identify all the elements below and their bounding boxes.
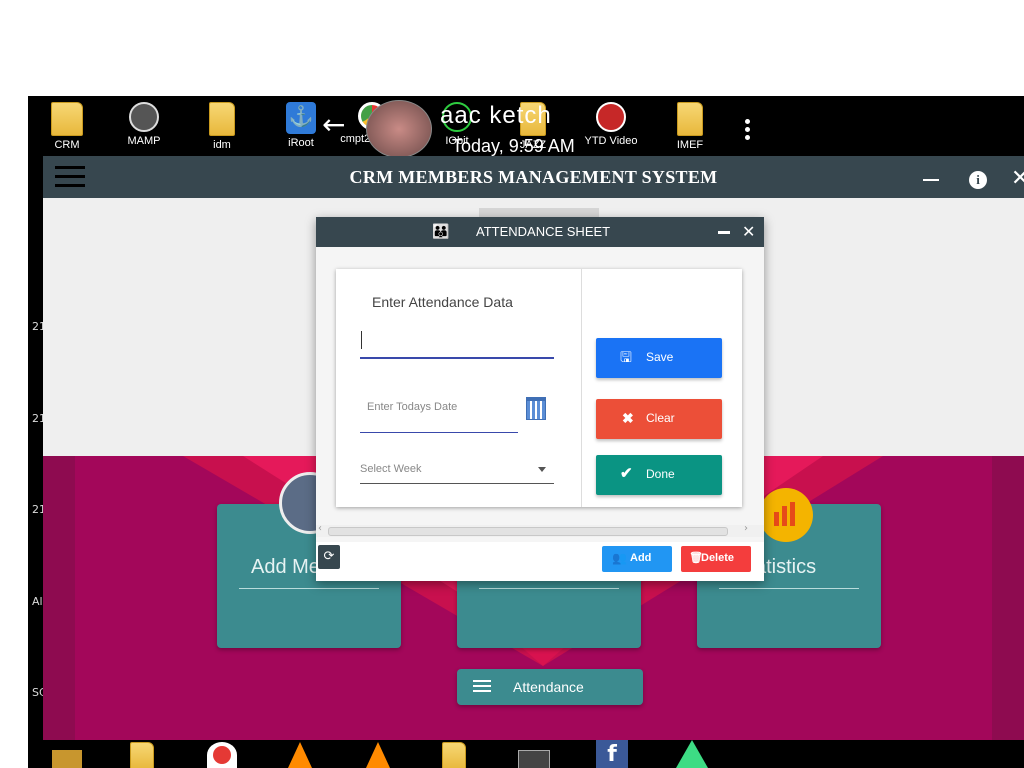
- image-viewer-icon[interactable]: [52, 750, 82, 768]
- card-divider: [239, 588, 379, 589]
- facebook-icon[interactable]: f: [596, 740, 628, 768]
- form-heading: Enter Attendance Data: [372, 294, 513, 310]
- ytd-icon: [596, 102, 626, 132]
- calendar-icon[interactable]: [526, 397, 546, 420]
- folder-icon[interactable]: [130, 742, 154, 768]
- desktop-icon-imef[interactable]: IMEF: [655, 96, 725, 154]
- close-icon[interactable]: ✕: [1011, 166, 1024, 191]
- film-icon[interactable]: [518, 750, 550, 768]
- overlay-time: Today, 9:59 AM: [452, 136, 575, 156]
- date-input[interactable]: Enter Todays Date: [360, 387, 518, 433]
- family-icon: 👪: [432, 224, 450, 240]
- card-divider: [719, 588, 859, 589]
- desktop-icon-label: IMEF: [676, 139, 704, 151]
- attendance-button[interactable]: Attendance: [457, 669, 643, 705]
- desktop-icon-label: MAMP: [127, 135, 161, 147]
- more-options-icon[interactable]: [742, 116, 752, 143]
- dialog-header: 👪 ATTENDANCE SHEET ✕: [316, 217, 764, 247]
- minimize-icon[interactable]: [923, 179, 939, 181]
- refresh-icon[interactable]: ⟳: [318, 545, 340, 569]
- avatar: [366, 100, 432, 158]
- app-header: CRM MEMBERS MANAGEMENT SYSTEM i ✕: [43, 156, 1024, 198]
- desktop-icon-ytd[interactable]: YTD Video: [576, 96, 646, 154]
- delete-label: Delete: [701, 552, 735, 564]
- delete-button[interactable]: 🗑 Delete: [681, 546, 751, 572]
- android-studio-icon[interactable]: [676, 740, 708, 768]
- mamp-icon: [129, 102, 159, 132]
- add-label: Add: [630, 552, 652, 564]
- dialog-minimize-icon[interactable]: [718, 231, 730, 234]
- save-icon: 🖫: [620, 349, 632, 365]
- statistics-chart-icon: [759, 488, 813, 542]
- left-edge-text: Al: [32, 595, 43, 608]
- desktop-icon-label: CRM: [54, 139, 80, 151]
- statistics-label: atistics: [755, 556, 817, 578]
- week-select[interactable]: Select Week: [360, 457, 554, 484]
- desktop-icon-label: YTD Video: [584, 135, 638, 147]
- dialog-title: ATTENDANCE SHEET: [476, 224, 611, 239]
- dialog-body: Enter Attendance Data Enter Todays Date …: [316, 247, 764, 542]
- date-placeholder: Enter Todays Date: [367, 401, 458, 413]
- horizontal-scrollbar[interactable]: ‹ ›: [316, 523, 764, 537]
- vlc-icon[interactable]: [288, 742, 312, 768]
- clear-icon: ✖: [622, 410, 634, 426]
- week-placeholder: Select Week: [360, 463, 422, 475]
- info-icon[interactable]: i: [969, 171, 987, 189]
- done-button[interactable]: ✔ Done: [596, 455, 722, 495]
- folder-icon[interactable]: [442, 742, 466, 768]
- list-icon: [473, 680, 491, 692]
- back-arrow-icon[interactable]: ←: [322, 108, 345, 141]
- card-divider: [479, 588, 619, 589]
- users-icon: 👥: [612, 551, 627, 565]
- desktop-icon-crm[interactable]: CRM: [32, 96, 102, 154]
- app-title: CRM MEMBERS MANAGEMENT SYSTEM: [349, 167, 718, 187]
- panel-divider: [581, 269, 582, 507]
- desktop-icon-idm[interactable]: idm: [187, 96, 257, 154]
- dialog-close-icon[interactable]: ✕: [742, 222, 755, 241]
- attendance-label: Attendance: [513, 679, 584, 695]
- save-label: Save: [646, 350, 674, 364]
- folder-icon: [677, 102, 703, 136]
- crm-folder-icon: [51, 102, 83, 136]
- add-button[interactable]: 👥 Add: [602, 546, 672, 572]
- desktop-icon-label: idm: [213, 139, 231, 151]
- member-name-input[interactable]: [360, 327, 554, 359]
- desktop-icon-mamp[interactable]: MAMP: [109, 96, 179, 154]
- attendance-dialog: 👪 ATTENDANCE SHEET ✕ Enter Attendance Da…: [316, 217, 764, 581]
- save-button[interactable]: 🖫 Save: [596, 338, 722, 378]
- scroll-right-icon[interactable]: ›: [744, 523, 748, 534]
- clear-button[interactable]: ✖ Clear: [596, 399, 722, 439]
- chevron-down-icon: [538, 467, 546, 472]
- iroot-icon: ⚓: [286, 102, 316, 134]
- folder-icon: [209, 102, 235, 136]
- check-icon: ✔: [620, 465, 633, 482]
- vlc-icon[interactable]: [366, 742, 390, 768]
- clear-label: Clear: [646, 411, 675, 425]
- done-label: Done: [646, 467, 675, 481]
- attendance-form-panel: Enter Attendance Data Enter Todays Date …: [336, 269, 742, 507]
- scrollbar-thumb[interactable]: [328, 527, 728, 536]
- airtel-icon[interactable]: [207, 742, 237, 768]
- scroll-left-icon[interactable]: ‹: [318, 523, 322, 534]
- overlay-app-name: aac ketch: [440, 102, 552, 129]
